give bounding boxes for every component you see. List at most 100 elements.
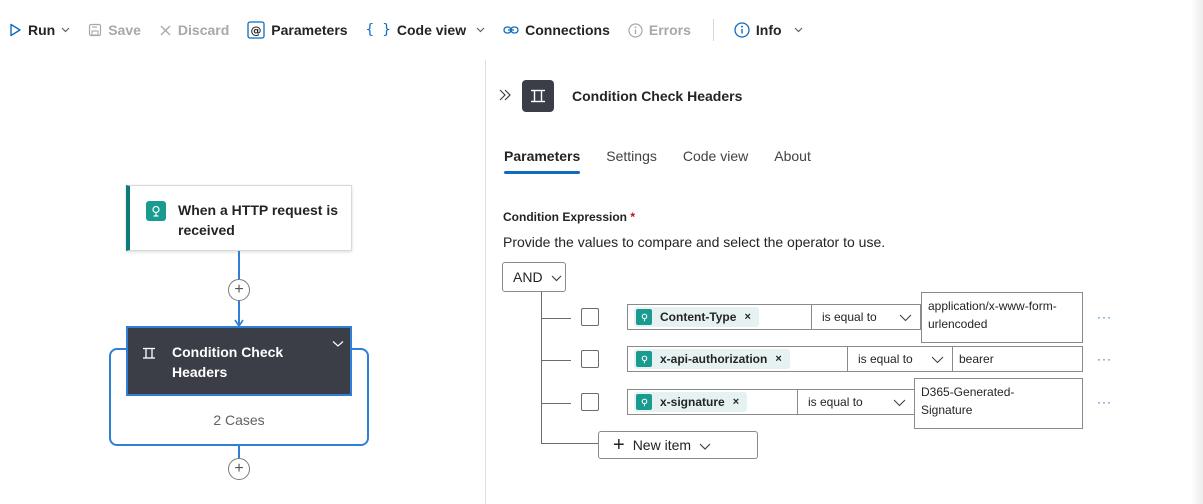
link-icon (503, 24, 519, 36)
right-operand-value: bearer (959, 352, 994, 366)
field-description: Provide the values to compare and select… (503, 234, 886, 250)
discard-label: Discard (177, 22, 230, 38)
tree-connector (541, 292, 542, 443)
http-request-icon (146, 201, 166, 221)
required-mark: * (630, 210, 636, 224)
condition-icon (142, 347, 156, 362)
info-button[interactable]: Info (734, 22, 803, 38)
play-icon (8, 23, 22, 37)
panel-tabs: Parameters Settings Code view About (504, 148, 837, 174)
operator-value: is equal to (822, 310, 877, 324)
save-label: Save (108, 22, 141, 38)
tree-connector (541, 360, 571, 361)
parameters-button[interactable]: @ Parameters (247, 21, 348, 39)
code-view-label: Code view (396, 22, 467, 38)
collapse-chevron-icon[interactable] (332, 336, 344, 351)
plus-icon: + (234, 281, 244, 298)
braces-icon: { } (365, 22, 391, 38)
plus-icon: + (234, 460, 244, 477)
row-checkbox[interactable] (581, 393, 599, 411)
right-operand-value: D365-Generated-Signature (921, 385, 1015, 417)
field-label-text: Condition Expression (503, 210, 628, 224)
condition-left-operand[interactable]: Content-Type × (627, 304, 813, 330)
chevron-down-icon (61, 25, 70, 36)
new-item-button[interactable]: + New item (598, 431, 758, 459)
condition-right-operand[interactable]: bearer (952, 346, 1083, 372)
condition-right-operand[interactable]: D365-Generated-Signature (914, 378, 1083, 429)
app-frame: Run Save Discard @ Parameters { } Code v… (0, 0, 1203, 504)
flow-connector (238, 251, 240, 279)
dynamic-content-token: x-api-authorization × (634, 349, 790, 369)
row-more-options-icon[interactable]: ··· (1097, 310, 1112, 324)
errors-button[interactable]: Errors (628, 22, 691, 38)
run-label: Run (28, 22, 56, 38)
http-request-icon (636, 351, 652, 367)
collapse-panel-icon[interactable] (498, 89, 512, 104)
token-label: x-api-authorization (660, 352, 768, 366)
http-request-icon (636, 309, 652, 325)
group-operator-select[interactable]: AND (502, 262, 566, 292)
save-button[interactable]: Save (88, 22, 141, 38)
condition-icon (522, 80, 554, 112)
plus-icon: + (613, 434, 625, 456)
condition-left-operand[interactable]: x-api-authorization × (627, 346, 849, 372)
connections-button[interactable]: Connections (503, 22, 610, 38)
tree-connector (541, 443, 598, 444)
details-panel: Condition Check Headers Parameters Setti… (485, 60, 1191, 504)
row-checkbox[interactable] (581, 350, 599, 368)
operator-select[interactable]: is equal to (847, 346, 953, 372)
svg-text:@: @ (251, 24, 262, 37)
at-sign-icon: @ (247, 21, 265, 39)
condition-title: Condition Check Headers (172, 344, 284, 380)
toolbar-divider (712, 19, 714, 41)
errors-label: Errors (648, 22, 691, 38)
dynamic-content-token: x-signature × (634, 392, 748, 412)
operator-select[interactable]: is equal to (797, 389, 915, 415)
run-button[interactable]: Run (8, 22, 70, 38)
code-view-button[interactable]: { } Code view (366, 22, 486, 38)
remove-token-icon[interactable]: × (733, 396, 739, 408)
new-item-label: New item (632, 437, 692, 453)
tab-code-view[interactable]: Code view (683, 148, 748, 174)
scrollbar[interactable] (1191, 60, 1203, 504)
insert-step-button[interactable]: + (228, 279, 250, 301)
tab-about[interactable]: About (774, 148, 811, 174)
cases-count: 2 Cases (213, 412, 265, 428)
group-operator-value: AND (513, 269, 543, 285)
condition-right-operand[interactable]: application/x-www-form-urlencoded (921, 292, 1083, 343)
token-label: x-signature (660, 395, 725, 409)
close-icon (159, 24, 172, 37)
http-request-icon (636, 394, 652, 410)
workflow-canvas[interactable]: When a HTTP request is received + Condit… (8, 60, 484, 504)
insert-step-button[interactable]: + (228, 458, 250, 480)
discard-button[interactable]: Discard (159, 22, 229, 38)
flow-connector (238, 446, 240, 458)
token-label: Content-Type (660, 310, 737, 324)
tab-settings[interactable]: Settings (606, 148, 657, 174)
operator-select[interactable]: is equal to (811, 304, 921, 330)
chevron-down-icon (931, 353, 944, 367)
row-more-options-icon[interactable]: ··· (1097, 352, 1112, 366)
parameters-label: Parameters (271, 22, 348, 38)
remove-token-icon[interactable]: × (744, 311, 750, 323)
condition-left-operand[interactable]: x-signature × (627, 389, 799, 415)
trigger-card-http-request[interactable]: When a HTTP request is received (126, 185, 352, 251)
chevron-down-icon (699, 437, 711, 453)
panel-header: Condition Check Headers (486, 78, 742, 114)
row-checkbox[interactable] (581, 308, 599, 326)
remove-token-icon[interactable]: × (775, 353, 781, 365)
chevron-down-icon (893, 396, 906, 410)
chevron-down-icon (794, 25, 803, 36)
tree-connector (541, 318, 571, 319)
tab-parameters[interactable]: Parameters (504, 148, 581, 174)
right-operand-value: application/x-www-form-urlencoded (928, 299, 1057, 331)
info-circle-icon (628, 22, 643, 38)
chevron-down-icon (899, 311, 912, 325)
condition-expression-label: Condition Expression * (503, 210, 635, 224)
row-more-options-icon[interactable]: ··· (1097, 395, 1112, 409)
operator-value: is equal to (858, 352, 913, 366)
dynamic-content-token: Content-Type × (634, 307, 759, 327)
condition-card[interactable]: Condition Check Headers (126, 326, 352, 396)
operator-value: is equal to (808, 395, 863, 409)
save-icon (88, 23, 102, 37)
